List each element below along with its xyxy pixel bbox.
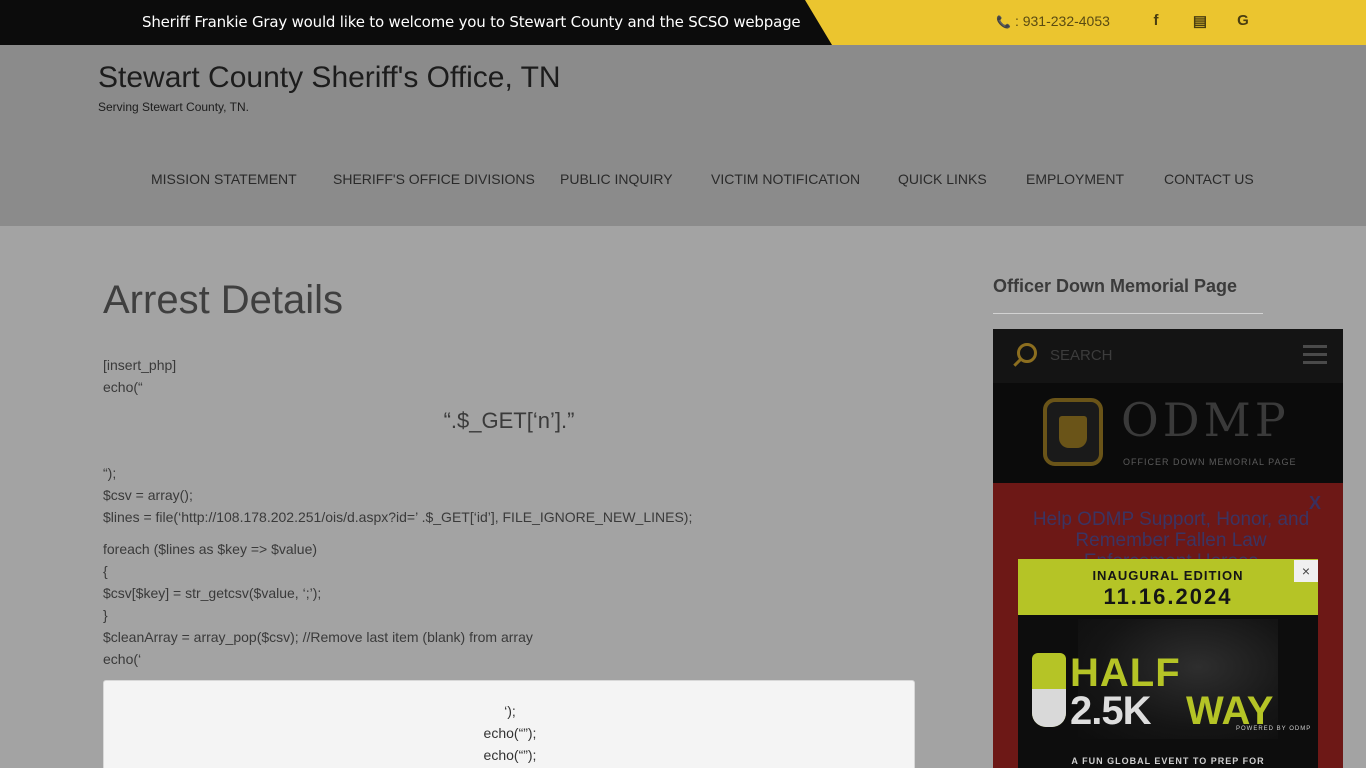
nav-contact-us[interactable]: CONTACT US: [1164, 171, 1254, 187]
box-line: echo(“”);: [483, 747, 537, 763]
ad-badge-shape-lower: [1032, 689, 1066, 727]
content-line: {: [103, 563, 108, 579]
close-ad-button[interactable]: ×: [1294, 560, 1318, 582]
content-heading: “.$_GET[‘n’].”: [443, 408, 575, 433]
top-bar: Sheriff Frankie Gray would like to welco…: [0, 0, 1366, 45]
content-line: “);: [103, 465, 117, 481]
event-ad-popup[interactable]: INAUGURAL EDITION 11.16.2024 × HALF 2.5K…: [1018, 559, 1318, 768]
content-line: echo(‘: [103, 651, 142, 667]
nav-mission-statement[interactable]: MISSION STATEMENT: [151, 171, 297, 187]
ad-edition-text: INAUGURAL EDITION: [1092, 568, 1244, 583]
site-tagline: Serving Stewart County, TN.: [98, 100, 249, 114]
odmp-logo-text: ODMP: [1121, 393, 1290, 447]
site-title[interactable]: Stewart County Sheriff's Office, TN: [98, 61, 561, 95]
phone-text: : 931-232-4053: [1014, 13, 1110, 29]
ad-date-text: 11.16.2024: [1103, 584, 1233, 609]
search-icon[interactable]: [1017, 343, 1037, 363]
box-line: ‘);: [504, 703, 516, 719]
content-line: $cleanArray = array_pop($csv); //Remove …: [103, 629, 533, 645]
newspaper-icon[interactable]: ▤: [1191, 12, 1209, 32]
nav-quick-links[interactable]: QUICK LINKS: [898, 171, 987, 187]
phone-icon: 📞: [996, 15, 1011, 29]
odmp-logo-subtitle: OFFICER DOWN MEMORIAL PAGE: [1123, 457, 1297, 467]
content-line: $csv[$key] = str_getcsv($value, ‘;’);: [103, 585, 322, 601]
ad-tagline: A FUN GLOBAL EVENT TO PREP FOR: [1071, 756, 1265, 766]
ad-powered-by: POWERED BY ODMP: [1236, 726, 1312, 732]
content-line: $csv = array();: [103, 487, 193, 503]
widget-divider: [993, 313, 1263, 314]
google-icon[interactable]: G: [1234, 12, 1252, 32]
phone-number[interactable]: 📞: 931-232-4053: [996, 13, 1110, 29]
odmp-search-input[interactable]: SEARCH: [1050, 347, 1113, 364]
content-line: echo(“: [103, 379, 143, 395]
badge-icon: [1043, 398, 1103, 466]
content-line: [insert_php]: [103, 357, 177, 373]
content-line: foreach ($lines as $key => $value): [103, 541, 318, 557]
nav-public-inquiry[interactable]: PUBLIC INQUIRY: [560, 171, 673, 187]
odmp-search-bar[interactable]: SEARCH: [993, 329, 1343, 383]
hamburger-menu-icon[interactable]: [1303, 345, 1327, 365]
nav-employment[interactable]: EMPLOYMENT: [1026, 171, 1124, 187]
nav-sheriffs-office-divisions[interactable]: SHERIFF'S OFFICE DIVISIONS: [333, 171, 535, 187]
odmp-logo[interactable]: ODMP OFFICER DOWN MEMORIAL PAGE: [993, 383, 1343, 483]
page-title: Arrest Details: [103, 278, 344, 322]
content-line: }: [103, 607, 108, 623]
content-box: ‘); echo(“”); echo(“”);: [103, 680, 915, 768]
welcome-message: Sheriff Frankie Gray would like to welco…: [142, 13, 801, 31]
nav-victim-notification[interactable]: VICTIM NOTIFICATION: [711, 171, 860, 187]
widget-title: Officer Down Memorial Page: [993, 276, 1238, 296]
ad-distance-text: 2.5K: [1070, 689, 1151, 733]
ad-header: INAUGURAL EDITION 11.16.2024: [1018, 559, 1318, 615]
box-line: echo(“”);: [483, 725, 537, 741]
content-line: $lines = file(‘http://108.178.202.251/oi…: [103, 509, 693, 525]
facebook-icon[interactable]: f: [1147, 12, 1165, 32]
